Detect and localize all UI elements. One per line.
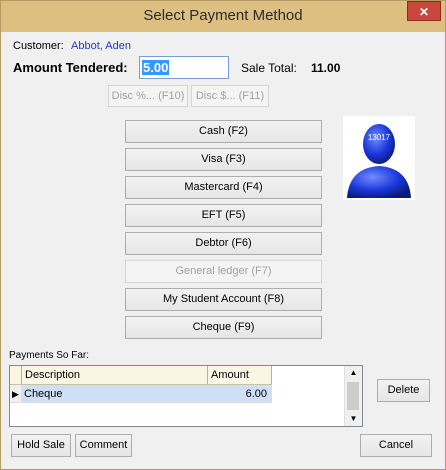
scroll-thumb[interactable] — [347, 382, 359, 410]
cheque-button[interactable]: Cheque (F9) — [125, 316, 322, 339]
column-header-amount[interactable]: Amount — [208, 366, 272, 384]
payment-dialog: Select Payment Method ✕ Customer: Abbot,… — [0, 0, 446, 470]
row-amount: 6.00 — [208, 385, 272, 403]
row-indicator-header — [10, 366, 22, 384]
dialog-body: Customer: Abbot, Aden Amount Tendered: 5… — [5, 32, 441, 465]
visa-button[interactable]: Visa (F3) — [125, 148, 322, 171]
sale-total-value: 11.00 — [311, 61, 341, 75]
student-account-button[interactable]: My Student Account (F8) — [125, 288, 322, 311]
eft-button[interactable]: EFT (F5) — [125, 204, 322, 227]
payments-section-label: Payments So Far: — [9, 350, 90, 361]
cancel-button[interactable]: Cancel — [360, 434, 432, 457]
table-row[interactable]: ▶ Cheque 6.00 — [10, 385, 272, 403]
delete-button[interactable]: Delete — [377, 379, 430, 402]
amount-tendered-label: Amount Tendered: — [13, 60, 128, 75]
window-title: Select Payment Method — [143, 7, 303, 24]
scroll-up-icon[interactable]: ▲ — [345, 366, 362, 380]
discount-amount-button[interactable]: Disc $... (F11) — [191, 85, 269, 107]
comment-button[interactable]: Comment — [75, 434, 132, 457]
person-icon: 13017 — [347, 124, 411, 198]
close-icon: ✕ — [418, 5, 430, 19]
row-description: Cheque — [22, 385, 208, 403]
hold-sale-button[interactable]: Hold Sale — [11, 434, 71, 457]
table-header: Description Amount — [10, 366, 272, 385]
scroll-down-icon[interactable]: ▼ — [345, 412, 362, 426]
row-pointer-icon: ▶ — [10, 385, 22, 403]
discount-percent-button[interactable]: Disc %... (F10) — [108, 85, 188, 107]
title-bar[interactable]: Select Payment Method ✕ — [1, 1, 445, 32]
table-scrollbar[interactable]: ▲ ▼ — [344, 366, 362, 426]
payments-table[interactable]: Description Amount ▶ Cheque 6.00 ▲ ▼ — [9, 365, 363, 427]
close-button[interactable]: ✕ — [407, 1, 441, 21]
mastercard-button[interactable]: Mastercard (F4) — [125, 176, 322, 199]
amount-tendered-value: 5.00 — [142, 60, 170, 75]
customer-name: Abbot, Aden — [71, 40, 131, 52]
amount-tendered-input[interactable]: 5.00 — [139, 56, 229, 79]
cash-button[interactable]: Cash (F2) — [125, 120, 322, 143]
debtor-button[interactable]: Debtor (F6) — [125, 232, 322, 255]
sale-total-label: Sale Total: — [241, 61, 297, 75]
general-ledger-button[interactable]: General ledger (F7) — [125, 260, 322, 283]
customer-label: Customer: — [13, 40, 64, 52]
student-photo: 13017 — [343, 116, 415, 200]
svg-text:13017: 13017 — [368, 133, 391, 142]
column-header-description[interactable]: Description — [22, 366, 208, 384]
